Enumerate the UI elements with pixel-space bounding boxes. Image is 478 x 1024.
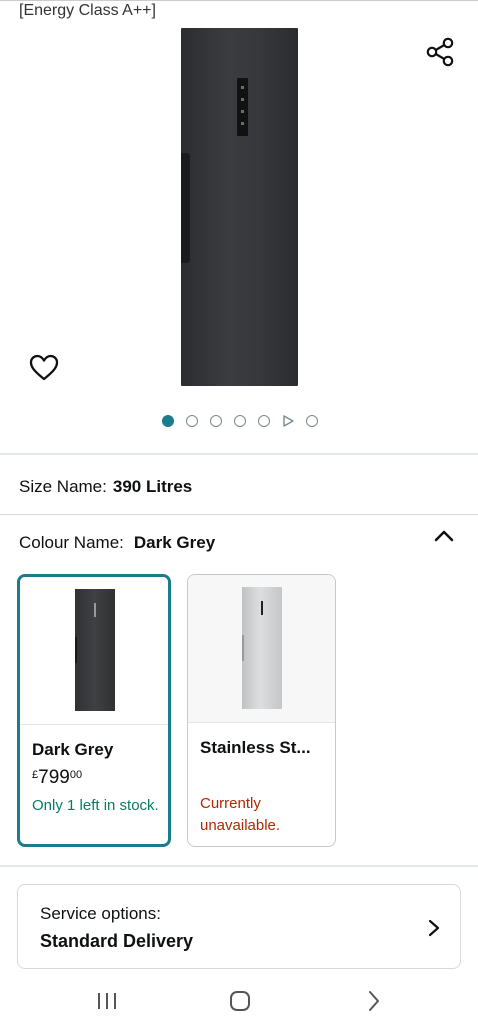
- size-value: 390 Litres: [112, 477, 193, 496]
- colour-option-image: [188, 575, 335, 723]
- colour-value: Dark Grey: [133, 533, 216, 552]
- pager-dot[interactable]: [162, 415, 174, 427]
- back-icon[interactable]: [366, 989, 382, 1013]
- pager-dot[interactable]: [234, 415, 246, 427]
- colour-option-name: Stainless St...: [200, 738, 311, 757]
- section-divider: [0, 453, 478, 455]
- product-main-image[interactable]: [181, 28, 298, 386]
- availability-text: Only 1 left in stock.: [32, 797, 159, 814]
- share-icon[interactable]: [424, 36, 456, 68]
- size-label: Size Name:: [19, 477, 107, 496]
- pager-dot[interactable]: [210, 415, 222, 427]
- chevron-up-icon[interactable]: [433, 528, 455, 544]
- heart-icon[interactable]: [28, 352, 60, 384]
- colour-label: Colour Name:: [19, 533, 124, 552]
- colour-option-image: [20, 577, 168, 725]
- section-divider: [0, 514, 478, 515]
- image-pager[interactable]: [162, 413, 318, 429]
- colour-option-price: £79900: [32, 767, 82, 789]
- size-selector[interactable]: Size Name: 390 Litres: [19, 477, 192, 497]
- colour-selector-header[interactable]: Colour Name: Dark Grey: [19, 533, 215, 553]
- home-icon[interactable]: [229, 990, 251, 1012]
- section-divider: [0, 865, 478, 867]
- chevron-right-icon: [428, 919, 440, 937]
- price-currency: £: [32, 769, 39, 781]
- recent-apps-icon[interactable]: [96, 991, 118, 1011]
- price-whole: 799: [38, 767, 70, 788]
- colour-option-stainless-steel[interactable]: Stainless St... Currently unavailable.: [187, 574, 336, 847]
- availability-text: Currently unavailable.: [200, 795, 281, 834]
- stainless-fridge-thumbnail: [242, 587, 282, 709]
- service-options-row[interactable]: Service options: Standard Delivery: [17, 884, 461, 969]
- price-fraction: 00: [69, 769, 83, 781]
- control-panel: [237, 78, 248, 136]
- play-video-icon[interactable]: [282, 415, 294, 427]
- pager-dot[interactable]: [186, 415, 198, 427]
- energy-class-label: [Energy Class A++]: [19, 2, 156, 19]
- service-options-label: Service options:: [40, 904, 161, 923]
- system-navigation-bar: [0, 980, 478, 1024]
- colour-option-dark-grey[interactable]: Dark Grey £79900 Only 1 left in stock.: [17, 574, 171, 847]
- dark-grey-fridge-thumbnail: [75, 589, 115, 711]
- top-divider: [0, 0, 478, 1]
- colour-option-name: Dark Grey: [32, 740, 114, 759]
- service-options-value: Standard Delivery: [40, 931, 194, 951]
- pager-dot[interactable]: [258, 415, 270, 427]
- pager-dot[interactable]: [306, 415, 318, 427]
- fridge-handle: [181, 153, 190, 263]
